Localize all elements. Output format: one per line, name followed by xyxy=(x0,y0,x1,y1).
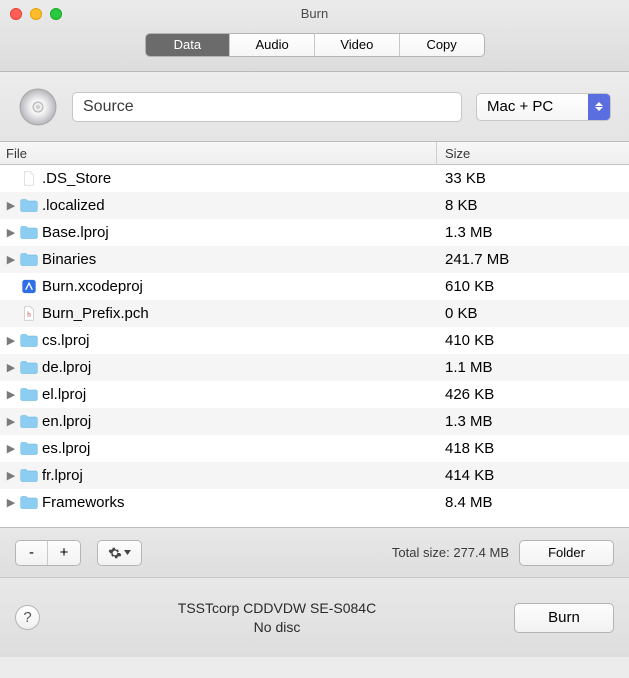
table-row[interactable]: ▶ .localized 8 KB xyxy=(0,192,629,219)
disclosure-triangle-icon[interactable]: ▶ xyxy=(4,496,18,509)
table-row[interactable]: ▶ es.lproj 418 KB xyxy=(0,435,629,462)
total-size-label: Total size: 277.4 MB xyxy=(392,545,509,560)
filesystem-format-value: Mac + PC xyxy=(487,98,553,115)
folder-icon xyxy=(18,495,40,510)
file-name: Burn_Prefix.pch xyxy=(42,305,149,322)
source-bar: Mac + PC xyxy=(0,72,629,142)
file-name: Binaries xyxy=(42,251,96,268)
file-size: 1.3 MB xyxy=(437,224,629,241)
file-name: el.lproj xyxy=(42,386,86,403)
folder-icon xyxy=(18,360,40,375)
file-name: de.lproj xyxy=(42,359,91,376)
svg-text:h: h xyxy=(27,310,31,319)
disclosure-triangle-icon[interactable]: ▶ xyxy=(4,226,18,239)
file-name: Frameworks xyxy=(42,494,125,511)
table-row[interactable]: ▶ cs.lproj 410 KB xyxy=(0,327,629,354)
disclosure-triangle-icon[interactable]: ▶ xyxy=(4,361,18,374)
folder-icon xyxy=(18,441,40,456)
file-size: 1.1 MB xyxy=(437,359,629,376)
disclosure-triangle-icon[interactable]: ▶ xyxy=(4,253,18,266)
folder-icon xyxy=(18,414,40,429)
chevron-down-icon xyxy=(124,550,131,555)
device-name: TSSTcorp CDDVDW SE-S084C xyxy=(40,599,514,618)
column-header-file[interactable]: File xyxy=(0,142,437,164)
chevron-up-down-icon xyxy=(588,94,610,120)
file-name: en.lproj xyxy=(42,413,91,430)
table-row[interactable]: ▶hBurn_Prefix.pch0 KB xyxy=(0,300,629,327)
table-row[interactable]: ▶ en.lproj 1.3 MB xyxy=(0,408,629,435)
header-file-icon: h xyxy=(18,306,40,321)
file-size: 414 KB xyxy=(437,467,629,484)
help-button[interactable]: ? xyxy=(15,605,40,630)
add-button[interactable]: + xyxy=(48,541,80,565)
file-size: 1.3 MB xyxy=(437,413,629,430)
device-status: No disc xyxy=(40,618,514,637)
tab-data[interactable]: Data xyxy=(146,34,231,56)
file-size: 241.7 MB xyxy=(437,251,629,268)
table-row[interactable]: ▶ de.lproj 1.1 MB xyxy=(0,354,629,381)
folder-icon xyxy=(18,387,40,402)
action-menu-button[interactable] xyxy=(98,541,141,565)
zoom-window-button[interactable] xyxy=(50,8,62,20)
blank-file-icon xyxy=(18,171,40,186)
file-name: Base.lproj xyxy=(42,224,109,241)
file-name: cs.lproj xyxy=(42,332,90,349)
folder-icon xyxy=(18,333,40,348)
disclosure-triangle-icon[interactable]: ▶ xyxy=(4,199,18,212)
table-row[interactable]: ▶ Frameworks 8.4 MB xyxy=(0,489,629,516)
gear-icon xyxy=(108,546,122,560)
folder-icon xyxy=(18,468,40,483)
disclosure-triangle-icon[interactable]: ▶ xyxy=(4,415,18,428)
toolbar-bottom: - + Total size: 277.4 MB Folder xyxy=(0,527,629,577)
disclosure-triangle-icon[interactable]: ▶ xyxy=(4,388,18,401)
folder-icon xyxy=(18,252,40,267)
disclosure-triangle-icon[interactable]: ▶ xyxy=(4,442,18,455)
file-size: 8 KB xyxy=(437,197,629,214)
table-row[interactable]: ▶ Binaries 241.7 MB xyxy=(0,246,629,273)
burn-button[interactable]: Burn xyxy=(514,603,614,633)
device-info: TSSTcorp CDDVDW SE-S084C No disc xyxy=(40,599,514,637)
tab-video[interactable]: Video xyxy=(315,34,400,56)
burn-bar: ? TSSTcorp CDDVDW SE-S084C No disc Burn xyxy=(0,577,629,657)
file-size: 418 KB xyxy=(437,440,629,457)
file-table: ▶ .DS_Store 33 KB ▶ .localized 8 KB ▶ Base.lpro… xyxy=(0,165,629,527)
file-name: Burn.xcodeproj xyxy=(42,278,143,295)
file-name: es.lproj xyxy=(42,440,90,457)
tab-audio[interactable]: Audio xyxy=(230,34,315,56)
table-row[interactable]: ▶ Base.lproj 1.3 MB xyxy=(0,219,629,246)
add-folder-button[interactable]: Folder xyxy=(519,540,614,566)
table-row[interactable]: ▶.DS_Store33 KB xyxy=(0,165,629,192)
folder-icon xyxy=(18,198,40,213)
file-name: .localized xyxy=(42,197,105,214)
file-size: 610 KB xyxy=(437,278,629,295)
file-size: 410 KB xyxy=(437,332,629,349)
file-name: fr.lproj xyxy=(42,467,83,484)
mode-tabs: DataAudioVideoCopy xyxy=(145,33,485,57)
remove-button[interactable]: - xyxy=(16,541,48,565)
table-header: File Size xyxy=(0,142,629,165)
xcode-project-icon xyxy=(18,279,40,294)
filesystem-format-select[interactable]: Mac + PC xyxy=(476,93,611,121)
window-title: Burn xyxy=(0,0,629,21)
disc-name-input[interactable] xyxy=(72,92,462,122)
file-size: 8.4 MB xyxy=(437,494,629,511)
disc-icon xyxy=(18,87,58,127)
disclosure-triangle-icon[interactable]: ▶ xyxy=(4,469,18,482)
file-size: 426 KB xyxy=(437,386,629,403)
table-row[interactable]: ▶Burn.xcodeproj610 KB xyxy=(0,273,629,300)
titlebar: Burn DataAudioVideoCopy xyxy=(0,0,629,72)
disclosure-triangle-icon[interactable]: ▶ xyxy=(4,334,18,347)
folder-icon xyxy=(18,225,40,240)
minimize-window-button[interactable] xyxy=(30,8,42,20)
file-name: .DS_Store xyxy=(42,170,111,187)
file-size: 0 KB xyxy=(437,305,629,322)
close-window-button[interactable] xyxy=(10,8,22,20)
table-row[interactable]: ▶ el.lproj 426 KB xyxy=(0,381,629,408)
tab-copy[interactable]: Copy xyxy=(400,34,484,56)
table-row[interactable]: ▶ fr.lproj 414 KB xyxy=(0,462,629,489)
file-size: 33 KB xyxy=(437,170,629,187)
column-header-size[interactable]: Size xyxy=(437,142,629,164)
